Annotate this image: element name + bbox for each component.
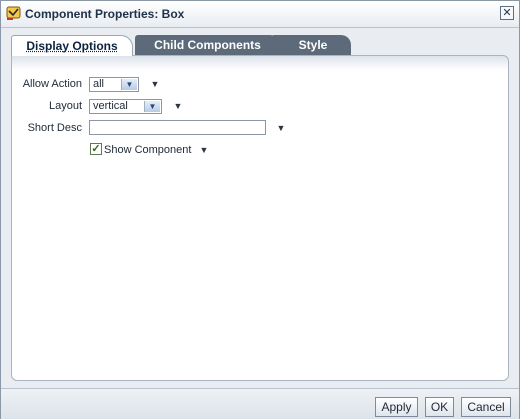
dropdown-arrow-icon: ▼ — [121, 79, 137, 90]
display-options-panel: Allow Action all ▼ ▼ Layout vertical ▼ ▼… — [11, 55, 509, 381]
show-component-label: Show Component — [104, 144, 192, 156]
dialog-title: Component Properties: Box — [25, 7, 185, 21]
chevron-down-icon[interactable]: ▼ — [149, 78, 161, 90]
close-icon: ✕ — [502, 7, 512, 19]
tab-style-label: Style — [298, 38, 328, 52]
ok-button[interactable]: OK — [425, 397, 454, 417]
close-button[interactable]: ✕ — [500, 6, 514, 20]
short-desc-input[interactable] — [89, 120, 266, 135]
layout-select[interactable]: vertical ▼ — [89, 99, 162, 114]
short-desc-label: Short Desc — [27, 122, 82, 134]
tab-child-components[interactable]: Child Components — [135, 35, 280, 55]
chevron-down-icon[interactable]: ▼ — [275, 122, 287, 134]
apply-button[interactable]: Apply — [375, 397, 418, 417]
tab-style[interactable]: Style — [271, 35, 351, 55]
component-properties-dialog: Component Properties: Box ✕ Display Opti… — [0, 0, 520, 419]
checkmark-icon: ✓ — [91, 143, 101, 155]
show-component-checkbox[interactable]: ✓ — [90, 143, 102, 155]
tab-strip: Display Options Child Components Style — [11, 35, 511, 56]
allow-action-select[interactable]: all ▼ — [89, 77, 139, 92]
dialog-titlebar[interactable]: Component Properties: Box ✕ — [1, 1, 519, 28]
chevron-down-icon[interactable]: ▼ — [172, 100, 184, 112]
tab-display-options-label: Display Options — [26, 39, 118, 53]
jdev-logo-icon — [6, 6, 21, 20]
chevron-down-icon[interactable]: ▼ — [198, 144, 210, 156]
cancel-button[interactable]: Cancel — [461, 397, 511, 417]
tab-display-options[interactable]: Display Options — [11, 35, 133, 56]
dropdown-arrow-icon: ▼ — [144, 101, 160, 112]
tab-child-components-label: Child Components — [154, 38, 261, 52]
dialog-footer: Apply OK Cancel — [1, 388, 519, 419]
allow-action-value: all — [93, 78, 105, 90]
allow-action-label: Allow Action — [22, 78, 82, 90]
layout-value: vertical — [93, 100, 128, 112]
layout-label: Layout — [48, 100, 82, 112]
